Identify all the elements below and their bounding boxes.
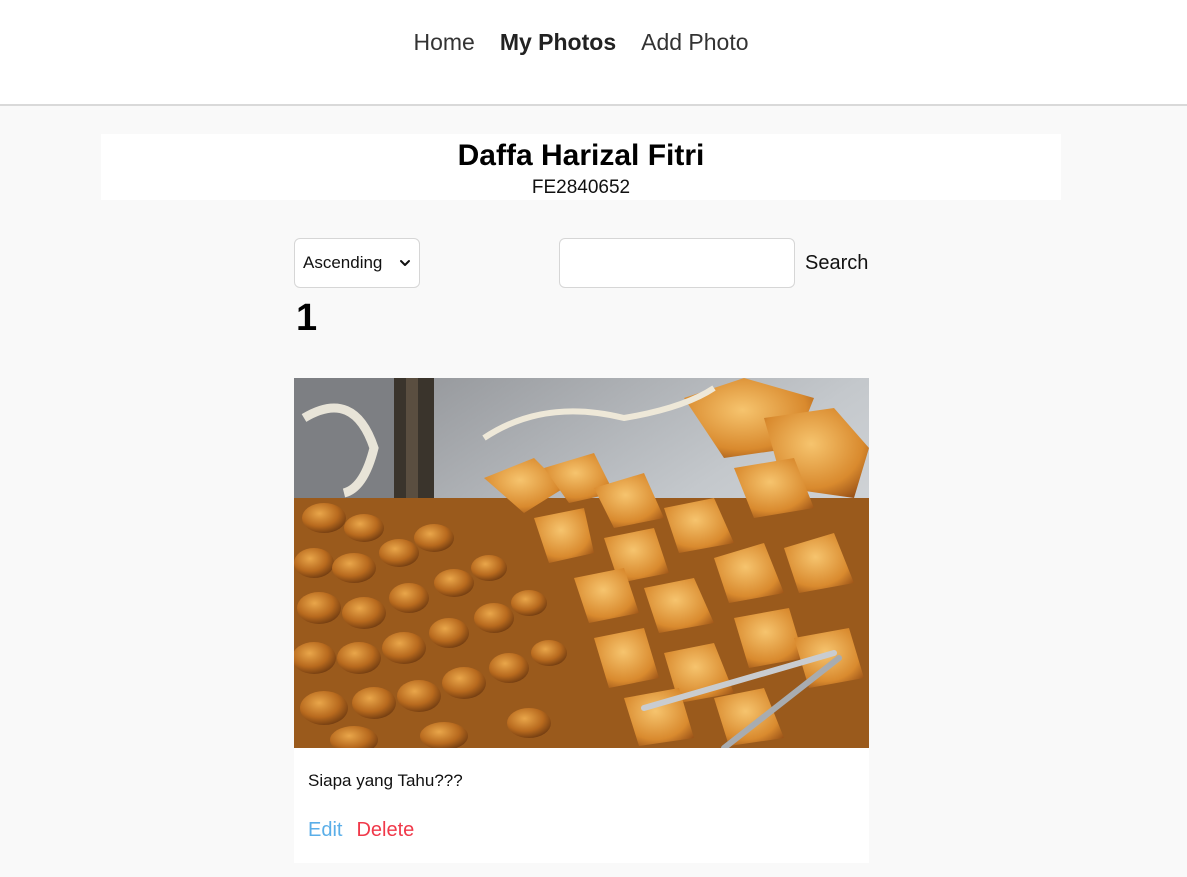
profile-id: FE2840652 (531, 177, 631, 198)
search-button[interactable]: Search (805, 250, 868, 276)
profile-card: Daffa Harizal Fitri FE2840652 (101, 134, 1061, 200)
navbar: Home My Photos Add Photo (0, 0, 1187, 106)
photo-caption: Siapa yang Tahu??? (308, 771, 463, 790)
search-input[interactable] (559, 238, 795, 288)
nav-my-photos-link[interactable]: My Photos (500, 26, 616, 58)
photo-image (294, 378, 869, 748)
sort-select[interactable]: Ascending (294, 238, 420, 288)
chevron-down-icon (400, 260, 410, 266)
delete-link[interactable]: Delete (356, 818, 414, 842)
nav-add-photo-link[interactable]: Add Photo (641, 26, 748, 58)
photo-count: 1 (296, 297, 318, 339)
nav-home-link[interactable]: Home (413, 26, 474, 58)
edit-link[interactable]: Edit (308, 818, 342, 842)
photo-card: Siapa yang Tahu??? Edit Delete (294, 378, 869, 863)
fried-food-photo (294, 378, 869, 748)
photo-actions: Edit Delete (308, 818, 414, 842)
nav-links: Home My Photos Add Photo (0, 26, 1162, 58)
profile-name: Daffa Harizal Fitri (457, 139, 705, 172)
sort-selected-value: Ascending (303, 253, 383, 272)
